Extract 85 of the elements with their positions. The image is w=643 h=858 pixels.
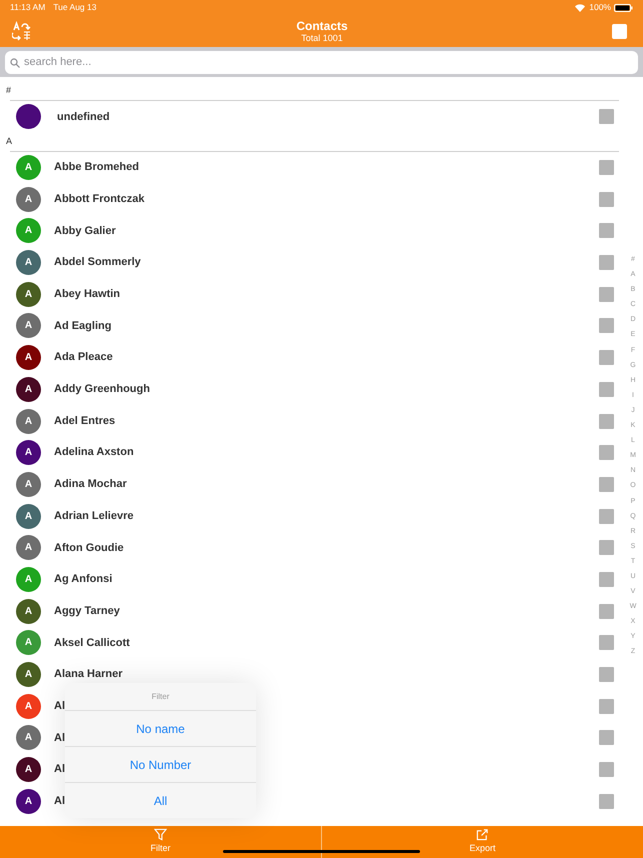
contact-name: Abby Galier [54, 224, 116, 239]
checkbox[interactable] [599, 698, 614, 714]
nav-subtitle: Total 1001 [301, 32, 343, 44]
popover-title: Filter [152, 690, 170, 702]
checkbox[interactable] [599, 160, 614, 176]
checkbox[interactable] [599, 794, 614, 809]
avatar: A [16, 282, 41, 307]
filter-option[interactable]: All [65, 782, 256, 818]
contact-name: Aggy Tarney [54, 604, 120, 619]
select-all-checkbox[interactable] [612, 24, 627, 38]
contact-name: Ag Anfonsi [54, 572, 112, 588]
checkbox[interactable] [599, 635, 614, 650]
checkbox[interactable] [599, 414, 614, 429]
avatar: A [16, 757, 41, 782]
checkbox[interactable] [599, 286, 614, 302]
status-date: Tue Aug 13 [53, 1, 96, 14]
battery-percent: 100% [589, 1, 611, 14]
contact-name: Ad Eagling [54, 318, 112, 334]
avatar: A [16, 376, 41, 402]
checkbox[interactable] [599, 223, 614, 238]
share-icon [476, 828, 489, 842]
contact-name: Alana Harner [54, 667, 122, 682]
contact-name: Addy Greenhough [54, 382, 150, 398]
contact-name: Adrian Lelievre [54, 508, 134, 524]
checkbox[interactable] [599, 445, 614, 460]
search-field[interactable]: search here... [5, 50, 638, 74]
avatar: A [16, 535, 41, 560]
contact-name: Ada Pleace [54, 350, 113, 366]
checkbox[interactable] [599, 109, 614, 124]
contact-name: Al [54, 730, 65, 746]
contact-name: Adina Mochar [54, 477, 127, 492]
section-header: # [6, 84, 12, 98]
tab-button[interactable]: Filter [0, 826, 321, 858]
avatar: A [16, 186, 41, 212]
avatar: A [16, 250, 41, 276]
avatar: A [16, 504, 41, 529]
checkbox[interactable] [599, 318, 614, 334]
contact-name: Afton Goudie [54, 540, 124, 556]
avatar: A [16, 725, 41, 750]
translate-icon[interactable] [12, 21, 32, 41]
avatar: A [16, 566, 41, 592]
avatar: A [16, 313, 41, 338]
contact-name: Al [54, 762, 65, 778]
status-time: 11:13 AM [10, 1, 46, 14]
nav-title: Contacts [296, 18, 348, 32]
contact-name: Abbe Bromehed [54, 160, 139, 176]
avatar: A [16, 218, 41, 244]
checkbox[interactable] [599, 382, 614, 397]
contact-name: Adelina Axston [54, 445, 134, 460]
checkbox[interactable] [599, 604, 614, 619]
checkbox[interactable] [599, 572, 614, 587]
contact-name: Adel Entres [54, 414, 116, 429]
avatar: A [16, 662, 41, 688]
contact-name: Abbott Frontczak [54, 192, 144, 207]
avatar: A [16, 694, 41, 719]
contact-name: undefined [57, 110, 110, 125]
avatar: A [16, 408, 41, 434]
checkbox[interactable] [599, 540, 614, 556]
checkbox[interactable] [599, 508, 614, 524]
checkbox[interactable] [599, 730, 614, 746]
checkbox[interactable] [599, 255, 614, 270]
checkbox[interactable] [599, 350, 614, 366]
checkbox[interactable] [599, 762, 614, 778]
filter-option[interactable]: No Number [65, 746, 256, 782]
avatar: A [16, 630, 41, 656]
contact-name: Abey Hawtin [54, 287, 120, 302]
avatar: A [16, 598, 41, 624]
contact-name: Al [54, 698, 65, 714]
avatar: A [16, 788, 41, 814]
checkbox[interactable] [599, 192, 614, 207]
contact-name: Aksel Callicott [54, 636, 130, 651]
avatar: A [16, 345, 41, 370]
avatar: A [16, 440, 41, 466]
avatar: A [16, 155, 41, 180]
checkbox[interactable] [599, 667, 614, 682]
avatar: A [16, 472, 41, 497]
section-header: A [6, 134, 12, 148]
battery-icon [614, 4, 633, 12]
contact-name: Abdel Sommerly [54, 255, 141, 270]
filter-icon [154, 828, 167, 842]
search-icon [10, 58, 20, 68]
wifi-icon [575, 4, 586, 12]
filter-option[interactable]: No name [65, 710, 256, 746]
contact-name: Al [54, 794, 65, 810]
checkbox[interactable] [599, 476, 614, 492]
